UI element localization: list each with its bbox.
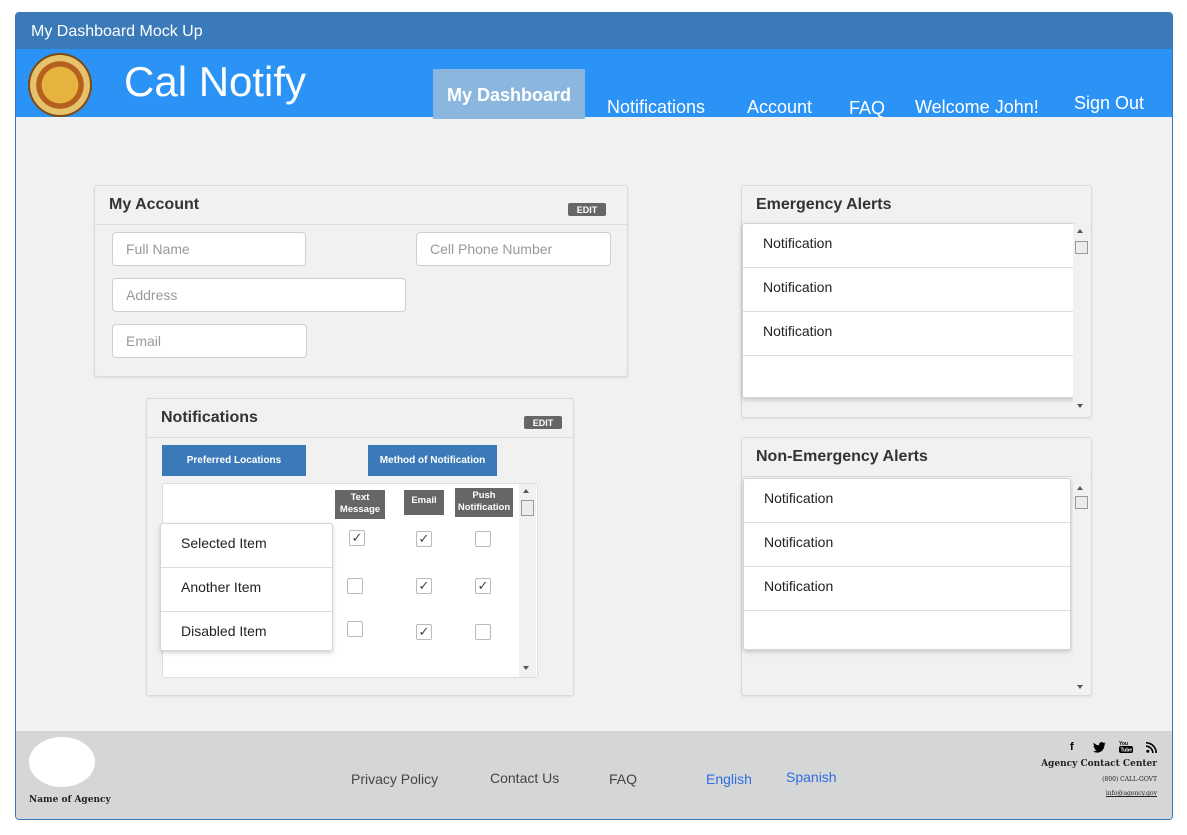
nav-sign-out[interactable]: Sign Out	[1074, 91, 1144, 115]
column-text-message: Text Message	[335, 490, 385, 519]
checkbox-r2-email[interactable]: ✓	[416, 578, 432, 594]
brand-title: Cal Notify	[124, 58, 307, 105]
footer: Name of Agency Privacy Policy Contact Us…	[16, 731, 1172, 819]
location-list: Selected Item Another Item Disabled Item	[160, 523, 333, 651]
spanish-link[interactable]: Spanish	[786, 769, 837, 785]
address-input[interactable]	[112, 278, 406, 312]
checkbox-r2-text[interactable]	[347, 578, 363, 594]
agency-email-link[interactable]: info@agency.gov	[1106, 790, 1157, 797]
emergency-scrollbar[interactable]	[1073, 224, 1090, 414]
nav-my-dashboard[interactable]: My Dashboard	[433, 69, 585, 119]
non-emergency-alerts-title: Non-Emergency Alerts	[756, 448, 928, 465]
divider	[95, 224, 627, 225]
notification-item[interactable]: Notification	[744, 567, 1070, 611]
scroll-up-icon[interactable]	[1077, 486, 1083, 490]
notification-item[interactable]: Notification	[744, 523, 1070, 567]
rss-icon[interactable]	[1146, 742, 1157, 753]
window-title: My Dashboard Mock Up	[16, 13, 1172, 49]
column-push-notification: Push Notification	[455, 488, 513, 517]
divider	[742, 476, 1091, 477]
scroll-up-icon[interactable]	[1077, 229, 1083, 233]
checkbox-r1-push[interactable]	[475, 531, 491, 547]
account-edit-button[interactable]: EDIT	[568, 203, 606, 216]
agency-phone: (800) CALL-GOVT	[1102, 776, 1157, 783]
english-link[interactable]: English	[706, 771, 752, 787]
preferred-locations-button[interactable]: Preferred Locations	[162, 445, 306, 476]
scroll-down-icon[interactable]	[1077, 685, 1083, 689]
scroll-thumb[interactable]	[1075, 241, 1088, 254]
column-email: Email	[404, 490, 444, 515]
method-of-notification-button[interactable]: Method of Notification	[368, 445, 497, 476]
notification-item[interactable]: Notification	[743, 268, 1074, 312]
twitter-icon[interactable]	[1093, 742, 1106, 753]
divider	[147, 437, 573, 438]
checkbox-r1-email[interactable]: ✓	[416, 531, 432, 547]
emergency-alerts-panel: Emergency Alerts Notification Notificati…	[741, 185, 1092, 418]
checkbox-r3-text[interactable]	[347, 621, 363, 637]
emergency-alerts-title: Emergency Alerts	[756, 196, 892, 213]
nav-account[interactable]: Account	[747, 95, 812, 119]
navbar: Cal Notify My Dashboard Notifications Ac…	[16, 49, 1172, 120]
checkbox-r2-push[interactable]: ✓	[475, 578, 491, 594]
notifications-panel: Notifications EDIT Preferred Locations M…	[146, 398, 574, 696]
notification-item[interactable]	[743, 356, 1074, 400]
full-name-input[interactable]	[112, 232, 306, 266]
matrix-scrollbar[interactable]	[519, 484, 536, 677]
scroll-down-icon[interactable]	[523, 666, 529, 670]
list-item[interactable]: Disabled Item	[161, 612, 332, 656]
emergency-alerts-list: Notification Notification Notification	[742, 223, 1075, 398]
cell-phone-input[interactable]	[416, 232, 611, 266]
checkbox-r3-push[interactable]	[475, 624, 491, 640]
agency-name: Name of Agency	[29, 795, 111, 805]
app-window: My Dashboard Mock Up Cal Notify My Dashb…	[15, 12, 1173, 820]
checkbox-r3-email[interactable]: ✓	[416, 624, 432, 640]
notification-item[interactable]	[744, 611, 1070, 655]
non-emergency-scrollbar[interactable]	[1073, 476, 1090, 692]
youtube-icon[interactable]: You Tube	[1119, 740, 1133, 753]
non-emergency-alerts-panel: Non-Emergency Alerts Notification Notifi…	[741, 437, 1092, 696]
notification-item[interactable]: Notification	[743, 224, 1074, 268]
svg-text:Tube: Tube	[1121, 748, 1133, 754]
agency-logo	[29, 737, 95, 787]
contact-us-link[interactable]: Contact Us	[490, 770, 559, 786]
notification-item[interactable]: Notification	[744, 479, 1070, 523]
non-emergency-alerts-list: Notification Notification Notification	[743, 478, 1071, 650]
privacy-policy-link[interactable]: Privacy Policy	[351, 771, 438, 787]
checkbox-r1-text[interactable]: ✓	[349, 530, 365, 546]
list-item[interactable]: Selected Item	[161, 524, 332, 568]
notification-item[interactable]: Notification	[743, 312, 1074, 356]
email-input[interactable]	[112, 324, 307, 358]
agency-contact-center: Agency Contact Center	[1041, 759, 1157, 769]
nav-notifications[interactable]: Notifications	[607, 95, 705, 119]
state-seal-logo	[28, 53, 92, 117]
footer-faq-link[interactable]: FAQ	[609, 771, 637, 787]
notifications-edit-button[interactable]: EDIT	[524, 416, 562, 429]
scroll-thumb[interactable]	[521, 500, 534, 516]
notifications-title: Notifications	[161, 409, 258, 426]
nav-welcome: Welcome John!	[915, 97, 1039, 117]
my-account-panel: My Account EDIT	[94, 185, 628, 377]
scroll-down-icon[interactable]	[1077, 404, 1083, 408]
list-item[interactable]: Another Item	[161, 568, 332, 612]
scroll-up-icon[interactable]	[523, 489, 529, 493]
my-account-title: My Account	[109, 196, 200, 213]
scroll-thumb[interactable]	[1075, 496, 1088, 509]
facebook-icon[interactable]: f	[1070, 741, 1074, 753]
nav-faq[interactable]: FAQ	[849, 96, 885, 120]
